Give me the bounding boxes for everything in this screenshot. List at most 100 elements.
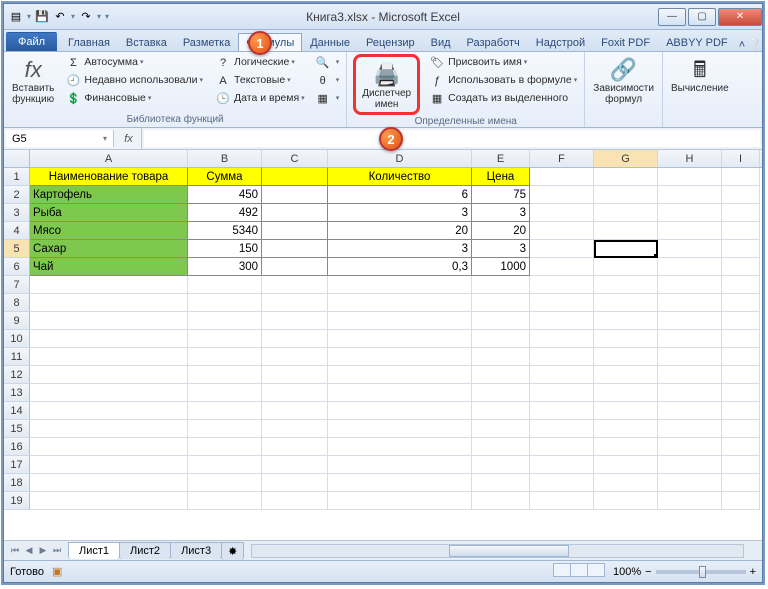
cell-E6[interactable]: 1000 <box>472 258 530 276</box>
row-header-10[interactable]: 10 <box>4 330 30 348</box>
prev-sheet-icon[interactable]: ◀ <box>22 545 36 556</box>
cell-I14[interactable] <box>722 402 760 420</box>
cell-H7[interactable] <box>658 276 722 294</box>
cell-E18[interactable] <box>472 474 530 492</box>
close-button[interactable]: ✕ <box>718 8 762 26</box>
cell-C3[interactable] <box>262 204 328 222</box>
cell-C7[interactable] <box>262 276 328 294</box>
insert-function-button[interactable]: fx Вставить функцию <box>8 54 58 113</box>
tab-review[interactable]: Рецензир <box>358 33 423 51</box>
col-header-D[interactable]: D <box>328 150 472 167</box>
cell-F19[interactable] <box>530 492 594 510</box>
tab-abbyy[interactable]: ABBYY PDF <box>658 33 736 51</box>
chevron-down-icon[interactable]: ▾ <box>103 134 107 143</box>
cell-F18[interactable] <box>530 474 594 492</box>
cell-D1[interactable]: Количество <box>328 168 472 186</box>
fx-label-icon[interactable]: fx <box>116 128 142 149</box>
col-header-F[interactable]: F <box>530 150 594 167</box>
cell-A6[interactable]: Чай <box>30 258 188 276</box>
cell-C17[interactable] <box>262 456 328 474</box>
tab-view[interactable]: Вид <box>423 33 459 51</box>
row-header-1[interactable]: 1 <box>4 168 30 186</box>
row-header-15[interactable]: 15 <box>4 420 30 438</box>
col-header-H[interactable]: H <box>658 150 722 167</box>
cell-A1[interactable]: Наименование товара <box>30 168 188 186</box>
cell-B8[interactable] <box>188 294 262 312</box>
cell-I16[interactable] <box>722 438 760 456</box>
cell-B13[interactable] <box>188 384 262 402</box>
cell-D3[interactable]: 3 <box>328 204 472 222</box>
cell-A8[interactable] <box>30 294 188 312</box>
cell-I6[interactable] <box>722 258 760 276</box>
cell-E10[interactable] <box>472 330 530 348</box>
row-header-4[interactable]: 4 <box>4 222 30 240</box>
tab-insert[interactable]: Вставка <box>118 33 175 51</box>
cell-G11[interactable] <box>594 348 658 366</box>
row-header-18[interactable]: 18 <box>4 474 30 492</box>
cell-E19[interactable] <box>472 492 530 510</box>
cell-C1[interactable] <box>262 168 328 186</box>
zoom-out-button[interactable]: − <box>645 566 651 578</box>
first-sheet-icon[interactable]: ⏮ <box>8 545 22 556</box>
cell-I7[interactable] <box>722 276 760 294</box>
formula-input[interactable] <box>144 130 760 147</box>
cell-I13[interactable] <box>722 384 760 402</box>
cell-H4[interactable] <box>658 222 722 240</box>
col-header-A[interactable]: A <box>30 150 188 167</box>
help-icon[interactable]: ❔ <box>748 38 762 51</box>
cell-C10[interactable] <box>262 330 328 348</box>
cell-B15[interactable] <box>188 420 262 438</box>
sheet-tab-3[interactable]: Лист3 <box>170 542 222 559</box>
cell-A14[interactable] <box>30 402 188 420</box>
minimize-button[interactable]: — <box>658 8 686 26</box>
cell-B4[interactable]: 5340 <box>188 222 262 240</box>
name-box[interactable]: G5▾ <box>6 130 114 147</box>
cell-F17[interactable] <box>530 456 594 474</box>
cell-I2[interactable] <box>722 186 760 204</box>
cell-G1[interactable] <box>594 168 658 186</box>
cell-E1[interactable]: Цена <box>472 168 530 186</box>
cell-A11[interactable] <box>30 348 188 366</box>
cell-E5[interactable]: 3 <box>472 240 530 258</box>
last-sheet-icon[interactable]: ⏭ <box>50 545 64 556</box>
cell-F8[interactable] <box>530 294 594 312</box>
cell-F9[interactable] <box>530 312 594 330</box>
cell-I4[interactable] <box>722 222 760 240</box>
cell-C8[interactable] <box>262 294 328 312</box>
cell-H2[interactable] <box>658 186 722 204</box>
cell-G6[interactable] <box>594 258 658 276</box>
zoom-in-button[interactable]: + <box>750 566 756 578</box>
cell-E3[interactable]: 3 <box>472 204 530 222</box>
cell-A15[interactable] <box>30 420 188 438</box>
cell-C16[interactable] <box>262 438 328 456</box>
cell-B7[interactable] <box>188 276 262 294</box>
cell-I1[interactable] <box>722 168 760 186</box>
col-header-C[interactable]: C <box>262 150 328 167</box>
tab-layout[interactable]: Разметка <box>175 33 239 51</box>
cell-E12[interactable] <box>472 366 530 384</box>
sheet-tab-1[interactable]: Лист1 <box>68 542 120 559</box>
cell-I8[interactable] <box>722 294 760 312</box>
cell-G19[interactable] <box>594 492 658 510</box>
cell-H15[interactable] <box>658 420 722 438</box>
cell-D19[interactable] <box>328 492 472 510</box>
cell-D14[interactable] <box>328 402 472 420</box>
cell-H8[interactable] <box>658 294 722 312</box>
cell-E7[interactable] <box>472 276 530 294</box>
cell-F7[interactable] <box>530 276 594 294</box>
zoom-value[interactable]: 100% <box>613 566 641 578</box>
cell-F5[interactable] <box>530 240 594 258</box>
redo-icon[interactable]: ↷ <box>78 9 94 25</box>
cell-I17[interactable] <box>722 456 760 474</box>
cell-G10[interactable] <box>594 330 658 348</box>
row-header-6[interactable]: 6 <box>4 258 30 276</box>
cell-H12[interactable] <box>658 366 722 384</box>
tab-foxit[interactable]: Foxit PDF <box>593 33 658 51</box>
cell-F2[interactable] <box>530 186 594 204</box>
cell-G4[interactable] <box>594 222 658 240</box>
cell-C11[interactable] <box>262 348 328 366</box>
cell-B12[interactable] <box>188 366 262 384</box>
row-header-5[interactable]: 5 <box>4 240 30 258</box>
cell-I10[interactable] <box>722 330 760 348</box>
cell-H18[interactable] <box>658 474 722 492</box>
